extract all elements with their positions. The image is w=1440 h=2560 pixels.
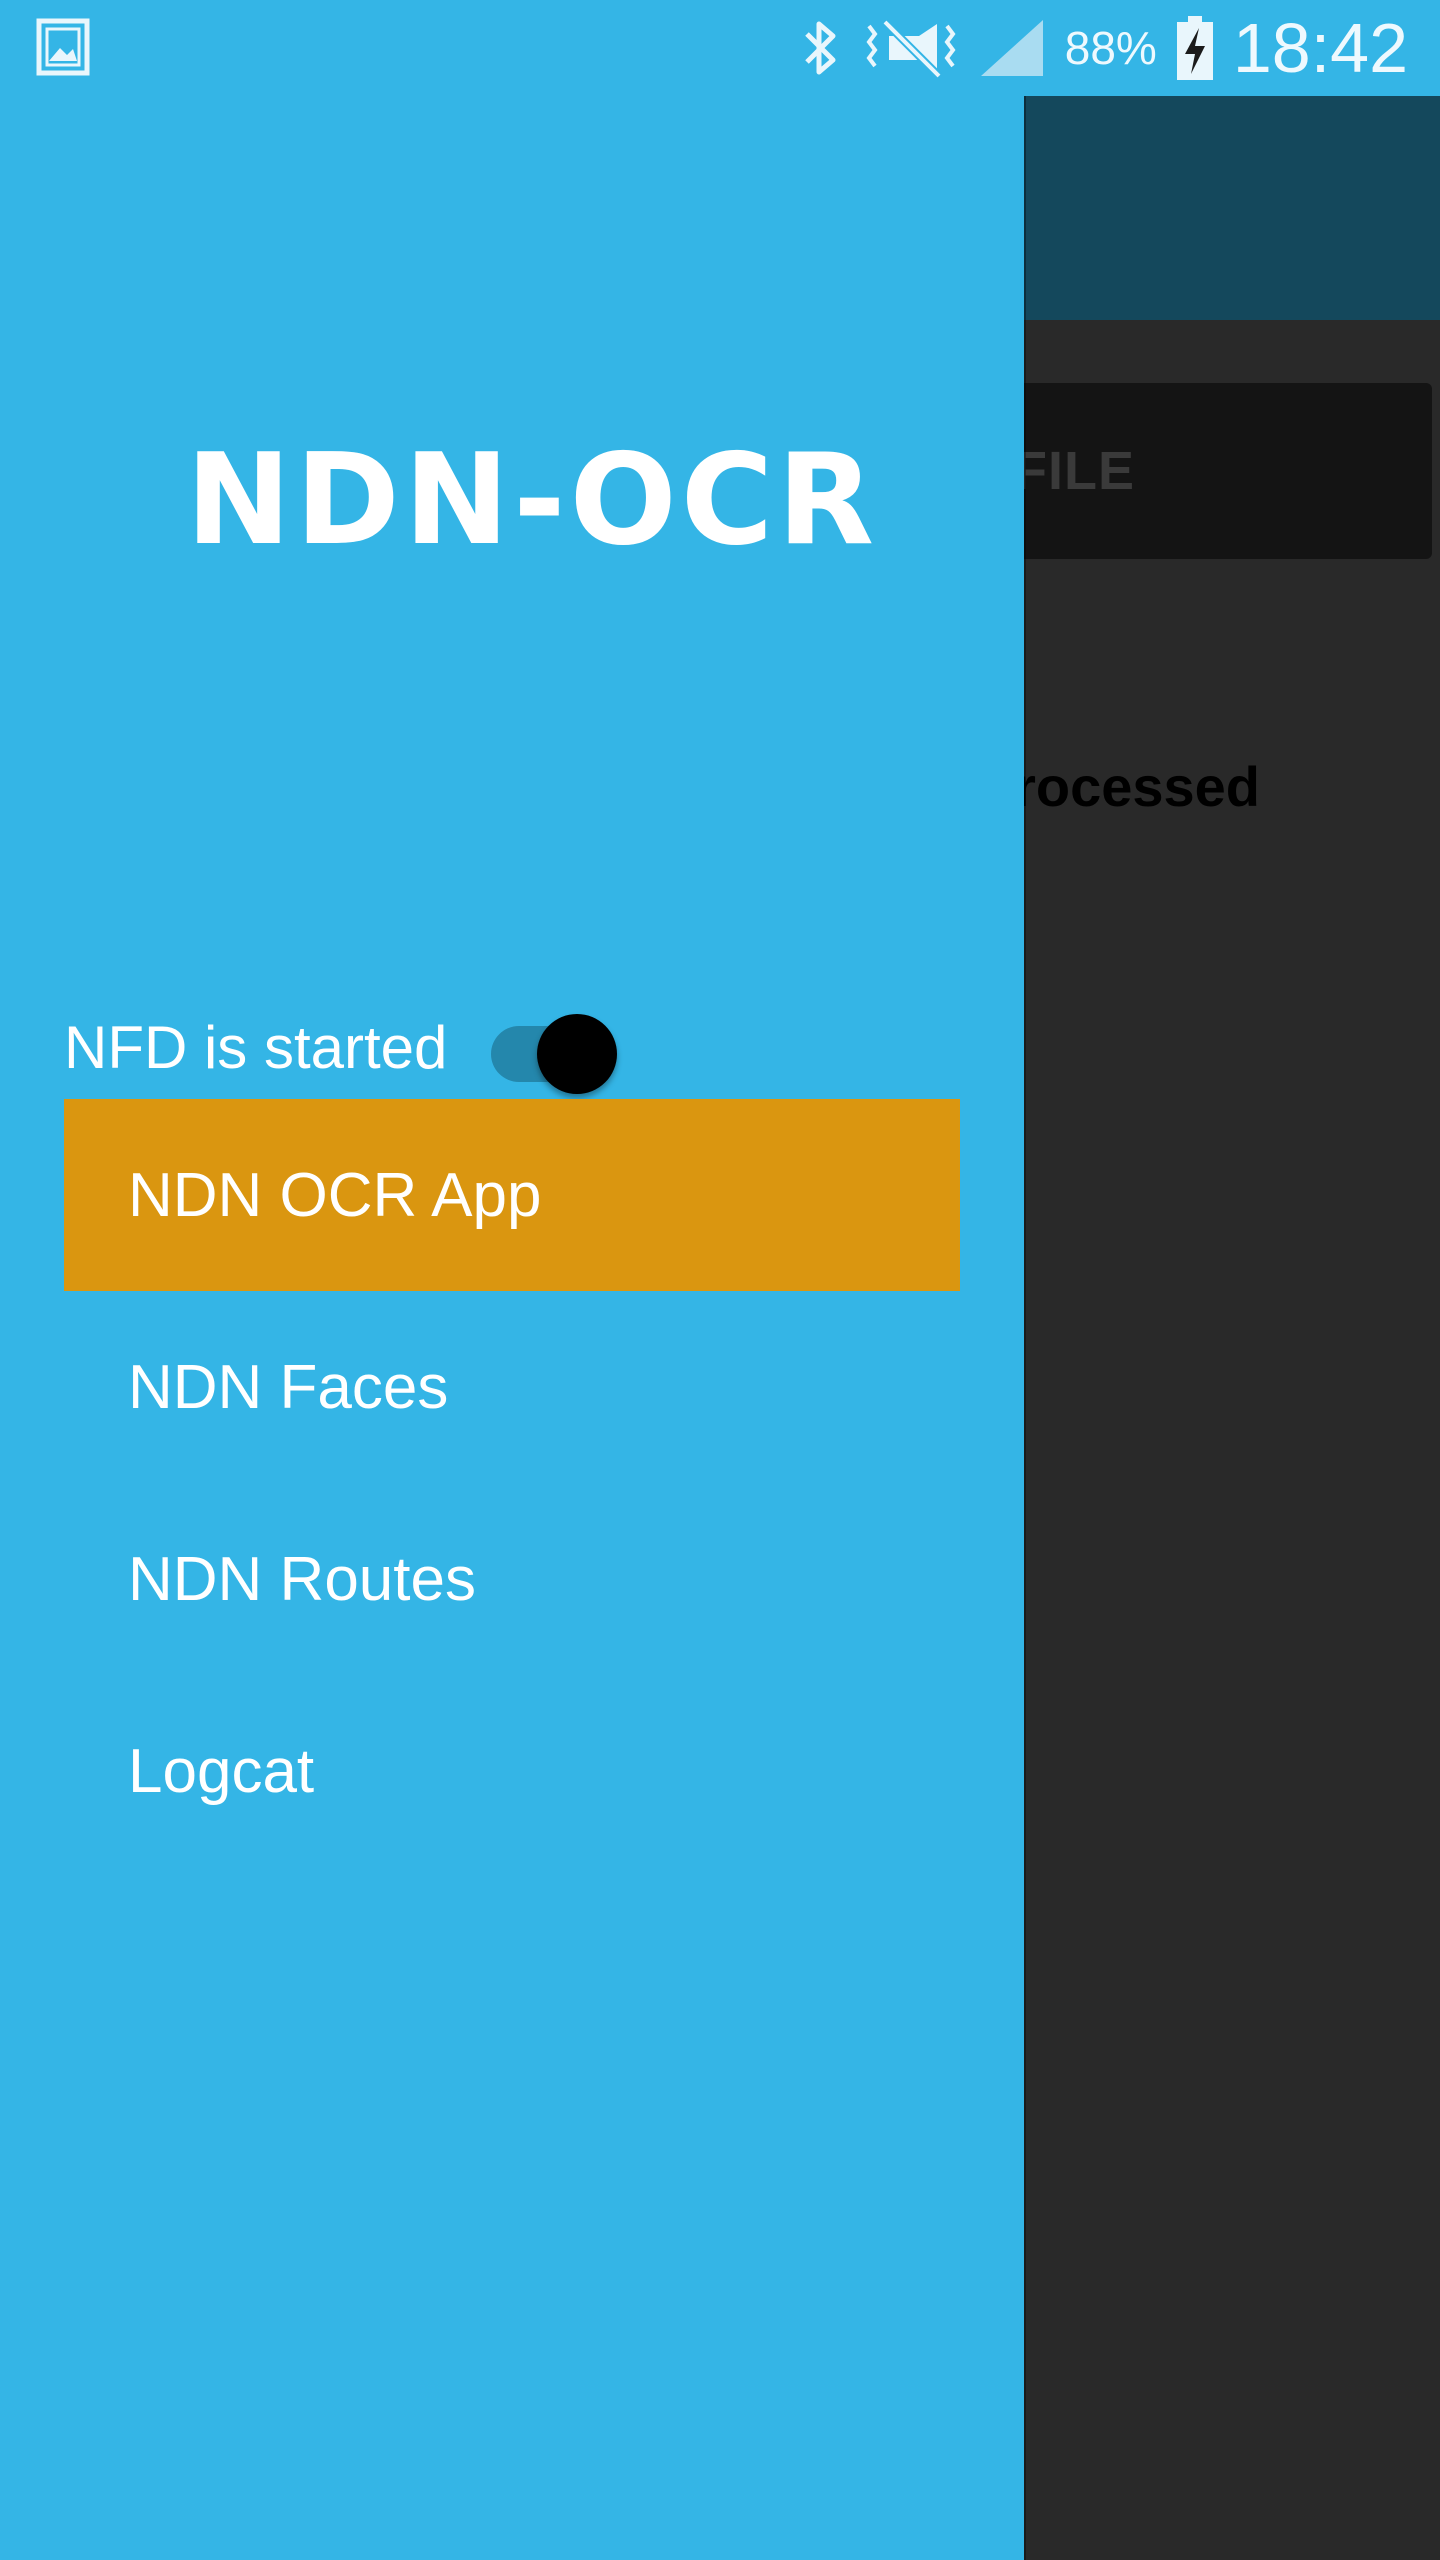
- menu-item-label: Logcat: [128, 1736, 315, 1806]
- gallery-icon: [36, 18, 90, 76]
- battery-charging-icon: [1176, 16, 1213, 80]
- menu-item-label: NDN Routes: [128, 1544, 476, 1614]
- menu-item-ndn-faces[interactable]: NDN Faces: [64, 1291, 960, 1483]
- status-bar: 88% 18:42: [0, 0, 1440, 96]
- processing-status-text: rocessed: [1014, 755, 1260, 818]
- clock: 18:42: [1232, 9, 1408, 87]
- navigation-drawer: NDN-OCR NFD is started NDN OCR App NDN F…: [0, 96, 1024, 2560]
- vibrate-icon: [866, 19, 956, 79]
- nfd-switch[interactable]: [491, 1002, 631, 1094]
- app-logo: NDN-OCR: [185, 426, 879, 573]
- menu-item-label: NDN Faces: [128, 1352, 449, 1422]
- menu-item-ndn-routes[interactable]: NDN Routes: [64, 1483, 960, 1675]
- nfd-toggle-row: NFD is started: [64, 992, 631, 1102]
- menu-item-label: NDN OCR App: [128, 1160, 542, 1230]
- battery-percent: 88%: [1064, 22, 1157, 74]
- signal-icon: [980, 20, 1043, 76]
- bluetooth-icon: [804, 21, 836, 75]
- nfd-toggle-label: NFD is started: [64, 1013, 448, 1081]
- drawer-menu: NDN OCR App NDN Faces NDN Routes Logcat: [64, 1099, 960, 1867]
- menu-item-logcat[interactable]: Logcat: [64, 1675, 960, 1867]
- menu-item-ndn-ocr-app[interactable]: NDN OCR App: [64, 1099, 960, 1291]
- switch-thumb[interactable]: [537, 1014, 618, 1094]
- drawer-edge-shadow: [1024, 96, 1026, 2560]
